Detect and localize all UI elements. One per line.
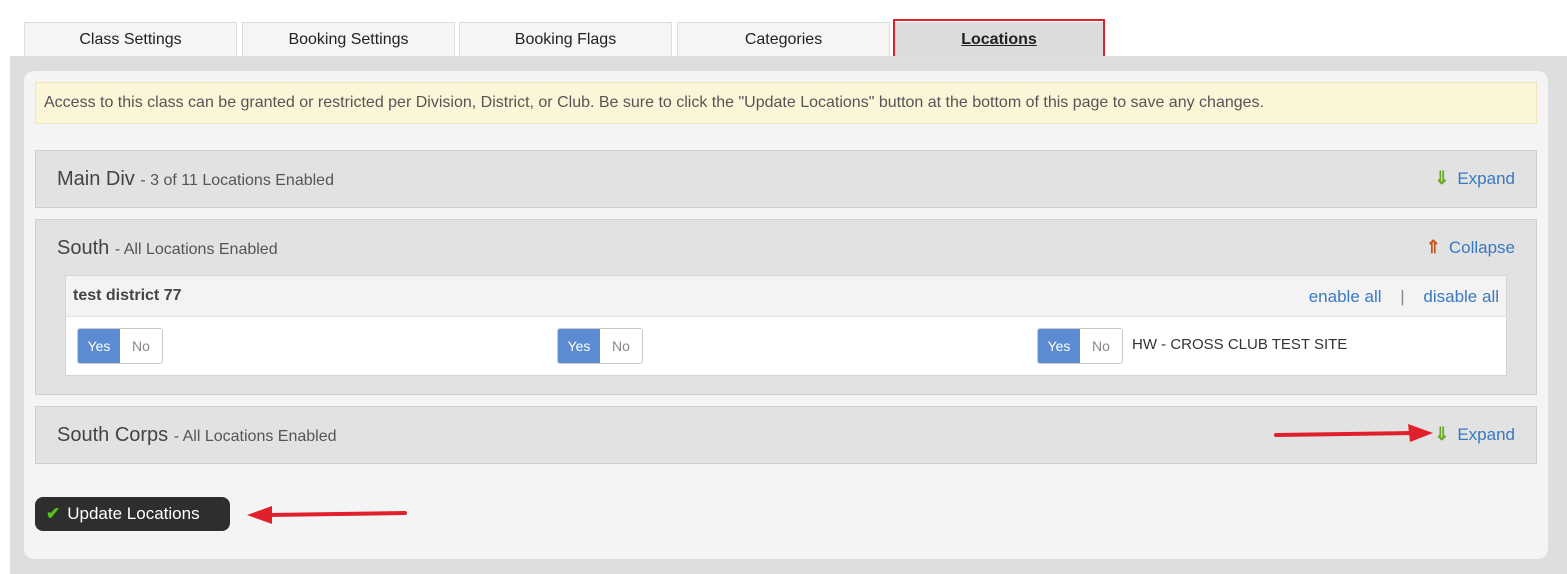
no-option[interactable]: No <box>600 329 642 363</box>
district-header: test district 77 enable all | disable al… <box>66 276 1506 317</box>
update-locations-label: Update Locations <box>67 504 200 523</box>
location-toggle: Yes No <box>557 328 643 364</box>
yes-option[interactable]: Yes <box>558 329 600 363</box>
update-locations-button[interactable]: ✔ Update Locations <box>35 497 230 531</box>
section-name: Main Div <box>57 168 135 190</box>
link-separator: | <box>1400 287 1405 306</box>
yes-option[interactable]: Yes <box>78 329 120 363</box>
tab-booking-flags[interactable]: Booking Flags <box>459 22 672 56</box>
collapse-link[interactable]: ⇑ Collapse <box>1426 237 1515 258</box>
expand-label: Expand <box>1457 168 1515 188</box>
section-south-corps: South Corps - All Locations Enabled ⇓ Ex… <box>35 406 1537 464</box>
enable-all-link[interactable]: enable all <box>1309 287 1382 306</box>
section-status: - 3 of 11 Locations Enabled <box>140 172 334 189</box>
location-toggle: Yes No <box>1037 328 1123 364</box>
arrow-up-icon: ⇑ <box>1425 237 1441 257</box>
section-status: - All Locations Enabled <box>173 428 337 445</box>
district-name: test district 77 <box>73 287 182 304</box>
district-links: enable all | disable all <box>1309 287 1499 307</box>
expand-link[interactable]: ⇓ Expand <box>1434 424 1515 445</box>
tab-class-settings[interactable]: Class Settings <box>24 22 237 56</box>
location-label: HW - CROSS CLUB TEST SITE <box>1132 336 1348 353</box>
yes-option[interactable]: Yes <box>1038 329 1080 363</box>
check-icon: ✔ <box>46 504 61 523</box>
tab-booking-settings[interactable]: Booking Settings <box>242 22 455 56</box>
section-main-div: Main Div - 3 of 11 Locations Enabled ⇓ E… <box>35 150 1537 208</box>
arrow-down-icon: ⇓ <box>1434 168 1450 188</box>
tab-locations[interactable]: Locations <box>895 22 1103 56</box>
expand-label: Expand <box>1457 424 1515 444</box>
section-title: South Corps - All Locations Enabled <box>57 424 337 447</box>
expand-link[interactable]: ⇓ Expand <box>1434 168 1515 189</box>
arrow-down-icon: ⇓ <box>1434 424 1450 444</box>
section-title: Main Div - 3 of 11 Locations Enabled <box>57 168 334 191</box>
location-toggle: Yes No <box>77 328 163 364</box>
no-option[interactable]: No <box>120 329 162 363</box>
no-option[interactable]: No <box>1080 329 1122 363</box>
district-card: test district 77 enable all | disable al… <box>65 275 1507 376</box>
info-notice: Access to this class can be granted or r… <box>35 82 1537 124</box>
tab-categories[interactable]: Categories <box>677 22 890 56</box>
section-status: - All Locations Enabled <box>114 241 278 258</box>
section-title: South - All Locations Enabled <box>57 237 278 260</box>
disable-all-link[interactable]: disable all <box>1423 287 1499 306</box>
section-name: South <box>57 237 110 259</box>
section-name: South Corps <box>57 424 169 446</box>
collapse-label: Collapse <box>1448 237 1515 257</box>
